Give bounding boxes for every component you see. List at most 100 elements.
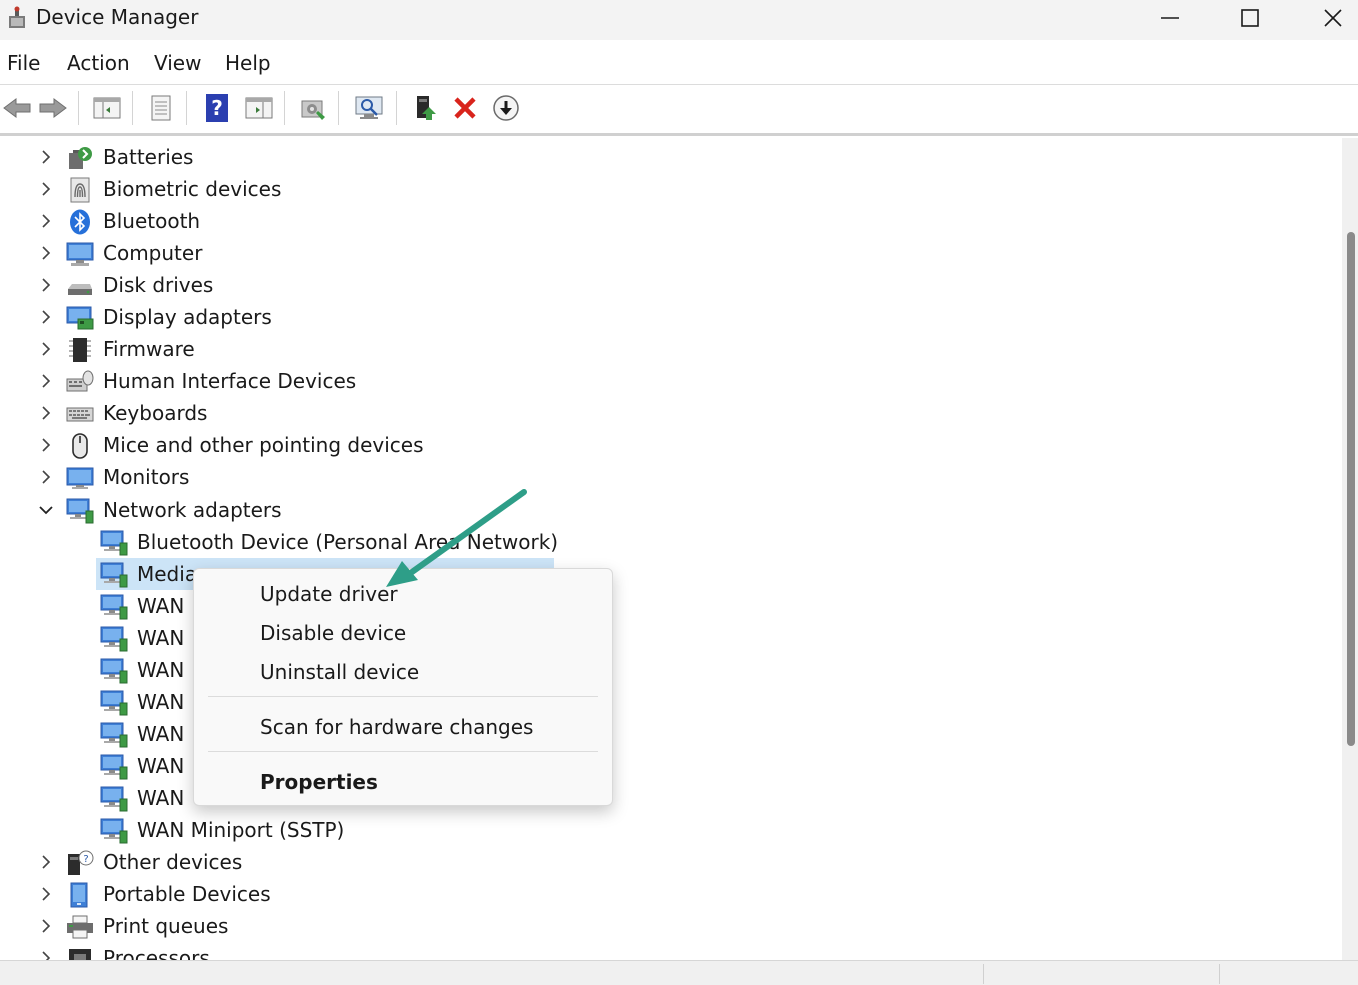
- maximize-button[interactable]: [1227, 0, 1273, 36]
- chevron-right-icon[interactable]: [38, 309, 54, 325]
- network-adapter-icon: [100, 562, 128, 588]
- tree-item-processors[interactable]: Processors: [0, 942, 1342, 960]
- tree-item-label: Firmware: [103, 337, 195, 361]
- title-bar: Device Manager: [0, 0, 1358, 40]
- fingerprint-icon: [70, 177, 90, 203]
- properties-menu-item[interactable]: Properties: [260, 770, 378, 794]
- firmware-chip-icon: [69, 338, 91, 362]
- enable-device-button[interactable]: [489, 91, 523, 125]
- vertical-scrollbar[interactable]: [1342, 138, 1358, 960]
- minimize-button[interactable]: [1147, 0, 1193, 36]
- network-child-item[interactable]: WAN Miniport (SSTP): [0, 814, 1342, 846]
- tree-item-batteries[interactable]: Batteries: [0, 141, 1342, 173]
- chevron-right-icon[interactable]: [38, 245, 54, 261]
- update-driver-menu-item[interactable]: Update driver: [260, 582, 398, 606]
- tree-item-network-adapters[interactable]: Network adapters: [0, 494, 1342, 526]
- scan-hardware-icon: [355, 96, 383, 119]
- chevron-right-icon[interactable]: [38, 405, 54, 421]
- chevron-right-icon[interactable]: [38, 149, 54, 165]
- chevron-right-icon[interactable]: [38, 469, 54, 485]
- tree-item-computer[interactable]: Computer: [0, 237, 1342, 269]
- toolbar-separator: [338, 91, 339, 125]
- tree-item-display-adapters[interactable]: Display adapters: [0, 301, 1342, 333]
- tree-item-other-devices[interactable]: ? Other devices: [0, 846, 1342, 878]
- network-child-item[interactable]: Bluetooth Device (Personal Area Network): [0, 526, 1342, 558]
- properties-icon: [151, 95, 171, 121]
- tree-item-label: Bluetooth Device (Personal Area Network): [137, 530, 559, 554]
- tree-item-label: Display adapters: [103, 305, 272, 329]
- tree-item-label: WAN: [137, 658, 185, 682]
- uninstall-device-menu-item[interactable]: Uninstall device: [260, 660, 419, 684]
- disk-drive-icon: [68, 284, 92, 295]
- tree-item-portable-devices[interactable]: Portable Devices: [0, 878, 1342, 910]
- menu-help[interactable]: Help: [225, 51, 271, 75]
- close-icon: [1324, 9, 1342, 27]
- chevron-right-icon[interactable]: [38, 918, 54, 934]
- chevron-right-icon[interactable]: [38, 886, 54, 902]
- tree-item-bluetooth[interactable]: Bluetooth: [0, 205, 1342, 237]
- tree-item-label: Keyboards: [103, 401, 208, 425]
- chevron-right-icon[interactable]: [38, 950, 54, 960]
- help-button[interactable]: ?: [200, 91, 234, 125]
- svg-text:?: ?: [211, 96, 223, 120]
- chevron-right-icon[interactable]: [38, 181, 54, 197]
- computer-icon: [66, 242, 94, 266]
- chevron-right-icon[interactable]: [38, 341, 54, 357]
- scan-hardware-button[interactable]: [352, 91, 386, 125]
- tree-item-label: Mice and other pointing devices: [103, 433, 424, 457]
- uninstall-device-button[interactable]: [448, 91, 482, 125]
- tree-item-label: WAN: [137, 786, 185, 810]
- chevron-right-icon[interactable]: [38, 213, 54, 229]
- close-button[interactable]: [1310, 0, 1356, 36]
- tree-item-keyboards[interactable]: Keyboards: [0, 397, 1342, 429]
- chevron-down-icon[interactable]: [38, 502, 54, 518]
- scrollbar-thumb[interactable]: [1347, 232, 1355, 746]
- show-hide-console-tree-button[interactable]: [90, 91, 124, 125]
- hid-icon: [66, 370, 94, 392]
- tree-item-label: Network adapters: [103, 498, 282, 522]
- toolbar-separator: [132, 91, 133, 125]
- status-bar: [0, 960, 1358, 985]
- processor-icon: [69, 949, 91, 960]
- network-adapter-icon: [66, 498, 94, 524]
- disable-device-menu-item[interactable]: Disable device: [260, 621, 406, 645]
- chevron-right-icon[interactable]: [38, 373, 54, 389]
- tree-item-label: WAN Miniport (SSTP): [137, 818, 345, 842]
- toolbar-separator: [284, 91, 285, 125]
- action-pane-button[interactable]: [242, 91, 276, 125]
- update-driver-button[interactable]: [408, 91, 442, 125]
- show-hide-console-tree-icon: [93, 97, 121, 119]
- tree-item-print-queues[interactable]: Print queues: [0, 910, 1342, 942]
- minimize-icon: [1161, 17, 1179, 19]
- menu-view[interactable]: View: [154, 51, 201, 75]
- tree-item-firmware[interactable]: Firmware: [0, 333, 1342, 365]
- tree-item-biometric-devices[interactable]: Biometric devices: [0, 173, 1342, 205]
- device-settings-button[interactable]: [296, 91, 330, 125]
- help-icon: ?: [206, 94, 228, 122]
- keyboard-icon: [66, 407, 94, 422]
- tree-item-human-interface-devices[interactable]: Human Interface Devices: [0, 365, 1342, 397]
- menu-action[interactable]: Action: [67, 51, 130, 75]
- menu-file[interactable]: File: [7, 51, 40, 75]
- tree-item-monitors[interactable]: Monitors: [0, 461, 1342, 493]
- forward-button[interactable]: [36, 91, 70, 125]
- network-adapter-icon: [100, 754, 128, 780]
- portable-device-icon: [70, 882, 88, 908]
- status-divider: [983, 964, 984, 984]
- tree-item-label: Processors: [103, 946, 210, 960]
- tree-item-disk-drives[interactable]: Disk drives: [0, 269, 1342, 301]
- network-adapter-icon: [100, 658, 128, 684]
- chevron-right-icon[interactable]: [38, 854, 54, 870]
- properties-button[interactable]: [144, 91, 178, 125]
- tree-item-mice[interactable]: Mice and other pointing devices: [0, 429, 1342, 461]
- unknown-device-icon: ?: [68, 850, 94, 875]
- tree-item-label: WAN: [137, 722, 185, 746]
- network-adapter-icon: [100, 530, 128, 556]
- scan-hardware-menu-item[interactable]: Scan for hardware changes: [260, 715, 533, 739]
- tree-item-label: Media: [137, 562, 198, 586]
- tree-item-label: Batteries: [103, 145, 194, 169]
- printer-icon: [67, 915, 93, 939]
- back-button[interactable]: [0, 91, 34, 125]
- chevron-right-icon[interactable]: [38, 277, 54, 293]
- chevron-right-icon[interactable]: [38, 437, 54, 453]
